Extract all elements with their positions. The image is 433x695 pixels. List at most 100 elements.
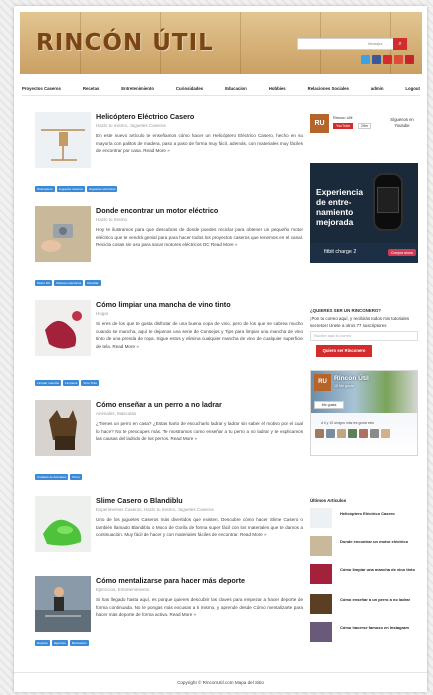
tag[interactable]: Cuidado de Animales — [35, 474, 69, 480]
post-thumbnail[interactable] — [35, 112, 91, 168]
post-title[interactable]: Cómo enseñar a un perro a no ladrar — [96, 400, 222, 409]
post-card: Cómo mentalizarse para hacer más deporte… — [35, 576, 303, 666]
tag[interactable]: Perro — [70, 474, 82, 480]
search-input[interactable]: Mensajes ⌕ — [297, 38, 407, 50]
facebook-widget: RU Rincón Útil 15 Me gusta Me gusta A ti… — [310, 370, 418, 456]
watch-screen — [377, 187, 399, 213]
nav-item-relaciones[interactable]: Relaciones Sociales — [308, 86, 349, 91]
tag[interactable]: Deporte — [35, 640, 51, 646]
main-nav: Proyectos Caseros Recetas Entretenimient… — [22, 82, 420, 96]
recent-thumbnail[interactable] — [310, 564, 332, 584]
post-thumbnail[interactable] — [35, 576, 91, 632]
search-button[interactable]: ⌕ — [393, 38, 407, 50]
avatar[interactable] — [315, 429, 324, 438]
post-category[interactable]: Hazlo tu mismo, Juguetes Caseros — [96, 123, 166, 128]
post-thumbnail[interactable] — [35, 400, 91, 456]
nav-item-educacion[interactable]: Educacíon — [225, 86, 247, 91]
googleplus-icon[interactable] — [394, 55, 403, 64]
recent-article[interactable]: Cómo enseñar a un perro a no ladrar — [310, 594, 422, 616]
nav-item-hobbies[interactable]: Hobbies — [269, 86, 286, 91]
post-excerpt: Hoy te ilustramos para que descubras de … — [96, 227, 303, 248]
recent-title[interactable]: Donde encontrar un motor eléctrico — [340, 539, 422, 544]
ad-brand: fitbit charge 2 — [324, 249, 357, 255]
post-title[interactable]: Donde encontrar un motor eléctrico — [96, 206, 218, 215]
page-avatar[interactable]: RU — [314, 374, 331, 391]
recent-thumbnail[interactable] — [310, 594, 332, 614]
channel-name[interactable]: Rincon Util — [333, 115, 352, 120]
nav-item-logout[interactable]: Logout — [405, 86, 420, 91]
ad-headline: Experiencia de entre-namiento mejorada — [316, 187, 364, 227]
avatar[interactable] — [381, 429, 390, 438]
recent-thumbnail[interactable] — [310, 508, 332, 528]
channel-logo[interactable]: RU — [310, 114, 329, 133]
post-title[interactable]: Cómo limpiar una mancha de vino tinto — [96, 300, 231, 309]
recent-title[interactable]: Cómo enseñar a un perro a no ladrar — [340, 597, 422, 602]
recent-article[interactable]: Cómo hacerse famoso en Instagram — [310, 622, 422, 644]
youtube-widget: RU Rincon Util YouTube 29m Síguenos en Y… — [310, 114, 418, 144]
recent-title[interactable]: Helicóptero Eléctrico Casero — [340, 511, 422, 516]
post-thumbnail[interactable] — [35, 300, 91, 356]
nav-item-admin[interactable]: admin — [371, 86, 384, 91]
recent-thumbnail[interactable] — [310, 622, 332, 642]
avatar[interactable] — [359, 429, 368, 438]
post-category[interactable]: Animales, Mascotas — [96, 411, 136, 416]
recent-article[interactable]: Helicóptero Eléctrico Casero — [310, 508, 422, 530]
tag[interactable]: Motores eléctricos — [54, 280, 84, 286]
pinterest-icon[interactable] — [405, 55, 414, 64]
avatar[interactable] — [348, 429, 357, 438]
post-category[interactable]: Experimentos Caseros, Hazlo tu mismo, Ju… — [96, 507, 214, 512]
avatar[interactable] — [337, 429, 346, 438]
post-excerpt: ¿Tienes un perro en casa? ¿Estas harto d… — [96, 421, 303, 442]
facebook-icon[interactable] — [372, 55, 381, 64]
post-title[interactable]: Cómo mentalizarse para hacer más deporte — [96, 576, 245, 585]
subscribe-text: ¡Pon tu correo aquí, y recibirás todos m… — [310, 316, 410, 328]
post-category[interactable]: Hazlo tu mismo — [96, 217, 127, 222]
friends-like-count: A ti y 15 amigos más les gusta esto — [321, 421, 375, 425]
tag[interactable]: Reciclar — [85, 280, 101, 286]
recent-thumbnail[interactable] — [310, 536, 332, 556]
tag[interactable]: Juguetes eléctricos — [86, 186, 118, 192]
nav-item-entretenimiento[interactable]: Entretenimiento — [121, 86, 154, 91]
post-excerpt: Uno de los juguetes Caseros más divertid… — [96, 517, 303, 538]
ad-cta-button[interactable]: Compra ahora — [388, 249, 416, 256]
avatar[interactable] — [326, 429, 335, 438]
post-thumbnail[interactable] — [35, 496, 91, 552]
post-title[interactable]: Helicóptero Eléctrico Casero — [96, 112, 194, 121]
twitter-icon[interactable] — [361, 55, 370, 64]
recent-article[interactable]: Donde encontrar un motor eléctrico — [310, 536, 422, 558]
post-category[interactable]: Hogar — [96, 311, 108, 316]
recent-title[interactable]: Cómo limpiar una mancha de vino tinto — [340, 567, 422, 572]
email-field[interactable]: Escribe aquí tu correo — [310, 331, 418, 341]
post-card: Slime Casero o Blandiblu Experimentos Ca… — [35, 496, 303, 576]
post-thumbnail[interactable] — [35, 206, 91, 262]
post-card: Cómo enseñar a un perro a no ladrar Anim… — [35, 400, 303, 490]
fitbit-ad[interactable]: Experiencia de entre-namiento mejorada f… — [310, 163, 418, 263]
search-placeholder: Mensajes — [368, 42, 383, 46]
tag[interactable]: Helicoptero — [35, 186, 55, 192]
facebook-like-button[interactable]: Me gusta — [314, 401, 344, 409]
tag[interactable]: Motor DC — [35, 280, 53, 286]
tag[interactable]: Juguetes caseros — [56, 186, 85, 192]
nav-item-recetas[interactable]: Recetas — [83, 86, 99, 91]
tag[interactable]: Vino Tinto — [81, 380, 100, 386]
post-title[interactable]: Slime Casero o Blandiblu — [96, 496, 183, 505]
tag[interactable]: Ejercicio — [52, 640, 68, 646]
facebook-page-name[interactable]: Rincón Útil — [334, 375, 369, 382]
email-placeholder: Escribe aquí tu correo — [314, 334, 352, 338]
post-card: Helicóptero Eléctrico Casero Hazlo tu mi… — [35, 112, 303, 202]
youtube-follow-label: Síguenos en Youtube — [390, 117, 414, 128]
tag[interactable]: Motivación — [69, 640, 89, 646]
nav-item-curiosidades[interactable]: Curiosidades — [176, 86, 203, 91]
youtube-icon[interactable] — [383, 55, 392, 64]
avatar[interactable] — [370, 429, 379, 438]
site-logo[interactable]: RINCÓN ÚTIL — [36, 30, 214, 56]
youtube-subscribe-button[interactable]: YouTube — [333, 123, 354, 129]
tag[interactable]: Limpieza — [63, 380, 80, 386]
post-category[interactable]: Ejercicios, Entretenimiento — [96, 587, 149, 592]
recent-title[interactable]: Cómo hacerse famoso en Instagram — [340, 625, 422, 630]
subscribe-button[interactable]: Quiero ser Rinconero — [316, 345, 372, 357]
recent-articles-heading: Últimos Artículos — [310, 498, 347, 503]
recent-article[interactable]: Cómo limpiar una mancha de vino tinto — [310, 564, 422, 586]
nav-item-proyectos[interactable]: Proyectos Caseros — [22, 86, 61, 91]
tag[interactable]: Limpiar mancha — [35, 380, 62, 386]
